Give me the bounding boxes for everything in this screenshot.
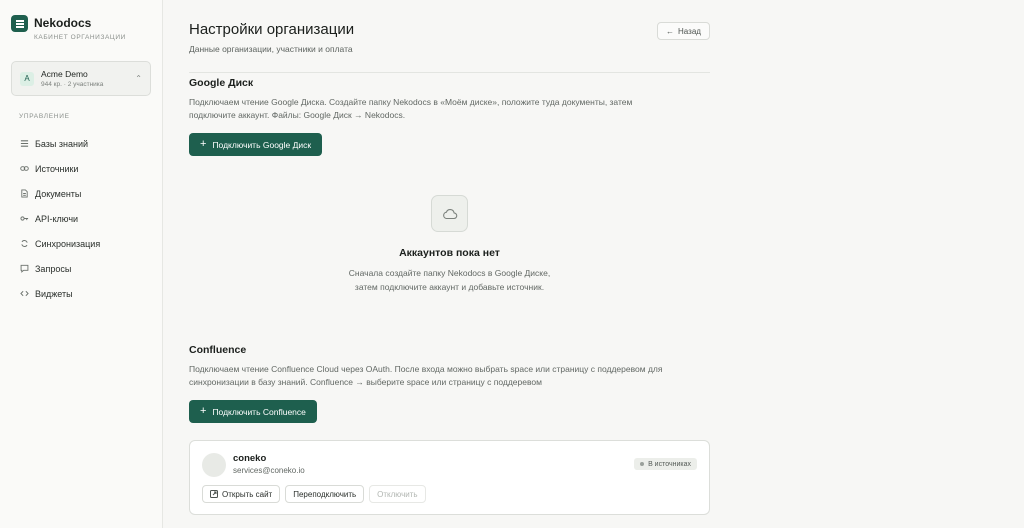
button-label: Открыть сайт [222, 489, 273, 499]
sidebar-item-sync[interactable]: Синхронизация [19, 231, 100, 256]
divider [189, 72, 710, 73]
description-line: Сначала создайте папку Nekodocs в Google… [348, 268, 551, 278]
plus-icon: + [200, 138, 207, 150]
account-actions: Открыть сайт Переподключить Отключить [202, 485, 431, 503]
button-label: Подключить Google Диск [212, 139, 312, 150]
disconnect-button[interactable]: Отключить [369, 485, 426, 503]
sidebar-item-documents[interactable]: Документы [19, 181, 100, 206]
sync-icon [19, 239, 29, 249]
account-name: coneko [233, 453, 267, 464]
button-label: Отключить [377, 489, 418, 499]
sidebar-item-label: Виджеты [35, 288, 73, 299]
key-icon [19, 214, 29, 224]
confluence-title: Confluence [189, 344, 247, 356]
brand[interactable]: Nekodocs КАБИНЕТ ОРГАНИЗАЦИИ [11, 15, 126, 41]
avatar [202, 453, 226, 477]
description-line: Подключаем чтение Confluence Cloud через… [189, 364, 663, 374]
back-button[interactable]: ← Назад [657, 22, 710, 40]
chevron-up-icon: ⌃ [135, 74, 142, 83]
sidebar-item-requests[interactable]: Запросы [19, 256, 100, 281]
button-label: Переподключить [293, 489, 357, 499]
brand-subtitle: КАБИНЕТ ОРГАНИЗАЦИИ [34, 34, 126, 41]
brand-name: Nekodocs [34, 16, 92, 30]
button-label: Подключить Confluence [212, 406, 306, 417]
empty-state-title: Аккаунтов пока нет [399, 247, 500, 259]
sidebar-item-label: Синхронизация [35, 238, 101, 249]
connect-google-drive-button[interactable]: + Подключить Google Диск [189, 133, 323, 156]
page-subtitle: Данные организации, участники и оплата [189, 44, 353, 54]
sidebar-item-widgets[interactable]: Виджеты [19, 281, 100, 306]
plus-icon: + [200, 405, 207, 417]
org-name: Acme Demo [41, 68, 88, 79]
external-link-icon [210, 490, 218, 498]
description-line: Подключаем чтение Google Диска. Создайте… [189, 97, 633, 107]
sidebar-nav: Базы знаний Источники Документы API-ключ… [19, 131, 100, 306]
account-email: services@coneko.io [233, 466, 305, 475]
sidebar-item-label: Запросы [35, 263, 72, 274]
status-dot-icon [640, 462, 645, 466]
org-switcher[interactable]: A Acme Demo 944 кр. · 2 участника ⌃ [11, 61, 151, 96]
connect-confluence-button[interactable]: + Подключить Confluence [189, 400, 317, 423]
confluence-account-card: coneko services@coneko.io В источниках О… [189, 440, 710, 515]
sidebar-item-label: Источники [35, 163, 79, 174]
open-site-button[interactable]: Открыть сайт [202, 485, 281, 503]
page-title: Настройки организации [189, 21, 355, 38]
description-line: затем подключите аккаунт и добавьте исто… [354, 282, 545, 292]
description-line: синхронизации в базу знаний. Confluence … [189, 377, 542, 387]
description-line: подключите аккаунт. Файлы: Google Диск →… [189, 110, 406, 120]
sidebar: Nekodocs КАБИНЕТ ОРГАНИЗАЦИИ A Acme Demo… [0, 0, 163, 528]
google-drive-title: Google Диск [189, 77, 254, 89]
arrow-left-icon: ← [666, 26, 675, 36]
org-avatar: A [20, 71, 34, 86]
list-icon [19, 139, 29, 149]
status-badge: В источниках [634, 458, 697, 470]
back-button-label: Назад [678, 26, 701, 36]
status-badge-label: В источниках [648, 460, 691, 468]
org-meta: 944 кр. · 2 участника [41, 80, 104, 88]
sidebar-item-label: API-ключи [35, 213, 79, 224]
cloud-icon [431, 195, 468, 232]
sidebar-item-label: Базы знаний [35, 138, 89, 149]
confluence-description: Подключаем чтение Confluence Cloud через… [189, 363, 710, 389]
section-label: УПРАВЛЕНИЕ [19, 113, 70, 120]
sidebar-item-api-keys[interactable]: API-ключи [19, 206, 100, 231]
brand-logo-icon [11, 15, 28, 32]
sidebar-item-sources[interactable]: Источники [19, 156, 100, 181]
sidebar-item-label: Документы [35, 188, 82, 199]
chat-icon [19, 264, 29, 274]
empty-state-description: Сначала создайте папку Nekodocs в Google… [189, 266, 710, 294]
google-drive-description: Подключаем чтение Google Диска. Создайте… [189, 96, 710, 122]
sidebar-item-knowledge-bases[interactable]: Базы знаний [19, 131, 100, 156]
link-icon [19, 164, 29, 174]
reconnect-button[interactable]: Переподключить [285, 485, 365, 503]
document-icon [19, 189, 29, 199]
code-icon [19, 289, 29, 299]
